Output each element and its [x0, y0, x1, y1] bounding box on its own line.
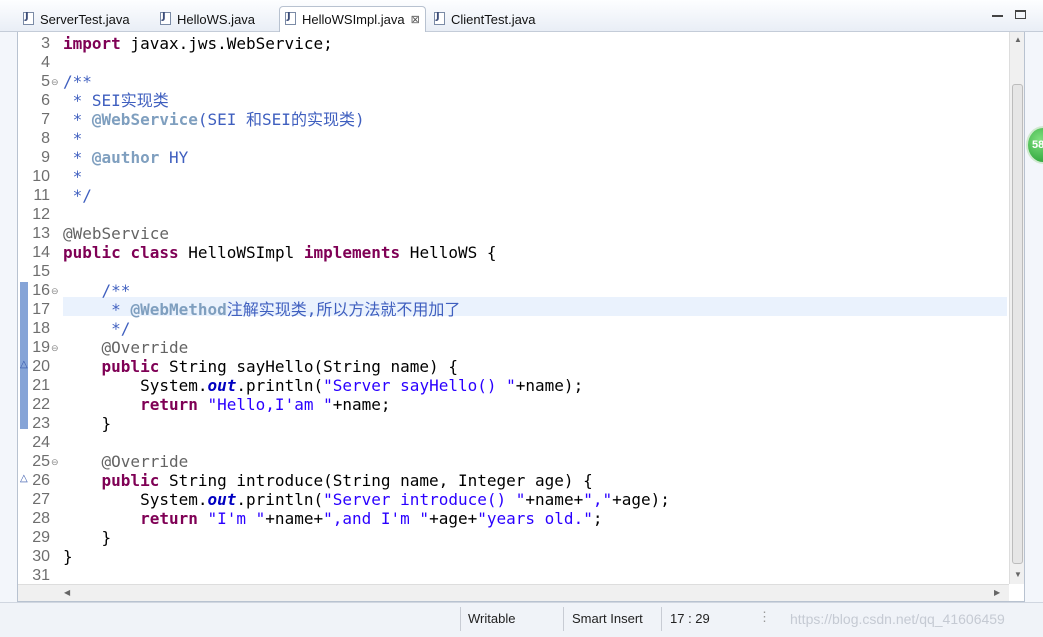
code-line[interactable]: public String introduce(String name, Int… — [63, 471, 593, 490]
tab-hello-ws-impl[interactable]: HelloWSImpl.java ⊠ — [279, 6, 426, 32]
code-line[interactable]: * — [63, 129, 83, 148]
tab-label: ClientTest.java — [451, 12, 536, 27]
line-number: 4 — [41, 54, 50, 71]
line-number: 22 — [32, 396, 50, 413]
line-number: 27 — [32, 491, 50, 508]
line-number: 10 — [32, 168, 50, 185]
vertical-scroll-thumb[interactable] — [1012, 84, 1023, 564]
line-number: 23 — [32, 415, 50, 432]
code-line[interactable]: } — [63, 414, 112, 433]
line-number: 25 — [32, 453, 50, 470]
line-number: 15 — [32, 263, 50, 280]
code-area[interactable]: import javax.jws.WebService; /** * SEI实现类… — [63, 32, 1023, 584]
line-number: 6 — [41, 92, 50, 109]
line-number: 24 — [32, 434, 50, 451]
fold-toggle-icon[interactable]: ⊖ — [51, 458, 59, 467]
code-line[interactable]: return "I'm "+name+",and I'm "+age+"year… — [63, 509, 602, 528]
code-line[interactable]: @Override — [63, 452, 189, 471]
close-tab-icon[interactable]: ⊠ — [411, 13, 420, 26]
status-separator — [661, 607, 662, 631]
java-file-icon — [285, 11, 296, 25]
tab-label: HelloWS.java — [177, 12, 256, 27]
line-number: 12 — [32, 206, 50, 223]
tab-client-test[interactable]: ClientTest.java — [429, 7, 559, 32]
tab-label: ServerTest.java — [40, 12, 130, 27]
code-editor[interactable]: 3 4 5 ⊖ 6 7 8 9 10 11 12 13 14 15 16 ⊖ 17 18 19 ⊖ 20 △ 21 22 23 2… — [17, 32, 1025, 602]
maximize-icon[interactable] — [1015, 10, 1026, 19]
line-number: 3 — [41, 35, 50, 52]
java-file-icon — [434, 11, 445, 25]
override-marker-icon[interactable]: △ — [20, 473, 28, 484]
code-line[interactable]: return "Hello,I'am "+name; — [63, 395, 390, 414]
writable-status: Writable — [468, 611, 516, 626]
line-number: 18 — [32, 320, 50, 337]
tab-server-test[interactable]: ServerTest.java — [18, 7, 148, 32]
java-file-icon — [23, 11, 34, 25]
line-number: 30 — [32, 548, 50, 565]
line-number: 11 — [33, 187, 50, 204]
editor-tab-bar: ServerTest.java HelloWS.java HelloWSImpl… — [0, 0, 1043, 32]
minimize-icon[interactable] — [992, 10, 1003, 17]
line-number: 9 — [41, 149, 50, 166]
code-line[interactable]: */ — [63, 186, 92, 205]
line-number: 17 — [32, 301, 50, 318]
code-line[interactable]: public String sayHello(String name) { — [63, 357, 458, 376]
code-line[interactable]: /** — [63, 72, 92, 91]
override-marker-icon[interactable]: △ — [20, 359, 28, 370]
line-number-gutter: 3 4 5 ⊖ 6 7 8 9 10 11 12 13 14 15 16 ⊖ 17 18 19 ⊖ 20 △ 21 22 23 2… — [18, 32, 63, 584]
fold-toggle-icon[interactable]: ⊖ — [51, 344, 59, 353]
status-bar: Writable Smart Insert 17 : 29 ⋮ https://… — [0, 602, 1043, 637]
tab-hello-ws[interactable]: HelloWS.java — [155, 7, 277, 32]
status-separator — [563, 607, 564, 631]
fold-toggle-icon[interactable]: ⊖ — [51, 287, 59, 296]
line-number: 19 — [32, 339, 50, 356]
insert-mode-status[interactable]: Smart Insert — [572, 611, 643, 626]
code-line[interactable]: * @WebService(SEI 和SEI的实现类) — [63, 110, 365, 129]
tab-label: HelloWSImpl.java — [302, 12, 405, 27]
code-line[interactable]: /** — [63, 281, 131, 300]
line-number: 31 — [32, 567, 50, 584]
line-number: 28 — [32, 510, 50, 527]
watermark: https://blog.csdn.net/qq_41606459 — [790, 611, 1005, 627]
line-number: 29 — [32, 529, 50, 546]
horizontal-scrollbar[interactable]: ◀ ▶ — [18, 584, 1009, 601]
code-line[interactable]: import javax.jws.WebService; — [63, 34, 333, 53]
code-line[interactable]: } — [63, 528, 112, 547]
line-number: 21 — [32, 377, 50, 394]
code-line[interactable]: @WebService — [63, 224, 169, 243]
scroll-left-icon[interactable]: ◀ — [64, 588, 70, 597]
code-line[interactable]: * SEI实现类 — [63, 91, 169, 110]
code-line[interactable]: * @WebMethod注解实现类,所以方法就不用加了 — [63, 300, 460, 319]
code-line[interactable]: System.out.println("Server sayHello() "+… — [63, 376, 583, 395]
fold-toggle-icon[interactable]: ⊖ — [51, 78, 59, 87]
scroll-right-icon[interactable]: ▶ — [994, 588, 1000, 597]
scroll-down-icon[interactable]: ▼ — [1014, 570, 1022, 579]
floating-badge[interactable]: 58 — [1026, 126, 1043, 164]
code-line[interactable]: */ — [63, 319, 130, 338]
code-line[interactable]: * @author HY — [63, 148, 189, 167]
line-number: 14 — [32, 244, 50, 261]
code-line[interactable]: * — [63, 167, 83, 186]
scroll-up-icon[interactable]: ▲ — [1014, 35, 1022, 44]
line-number: 7 — [41, 111, 50, 128]
vertical-scrollbar[interactable]: ▲ ▼ — [1009, 32, 1024, 584]
code-line[interactable]: System.out.println("Server introduce() "… — [63, 490, 670, 509]
line-number: 8 — [41, 130, 50, 147]
line-number: 5 — [41, 73, 50, 90]
line-number: 13 — [32, 225, 50, 242]
code-line[interactable]: public class HelloWSImpl implements Hell… — [63, 243, 497, 262]
code-line[interactable]: @Override — [63, 338, 189, 357]
line-number: 16 — [32, 282, 50, 299]
cursor-position: 17 : 29 — [670, 611, 710, 626]
java-file-icon — [160, 11, 171, 25]
status-grip-icon: ⋮ — [758, 609, 771, 624]
code-line[interactable]: } — [63, 547, 73, 566]
status-separator — [460, 607, 461, 631]
